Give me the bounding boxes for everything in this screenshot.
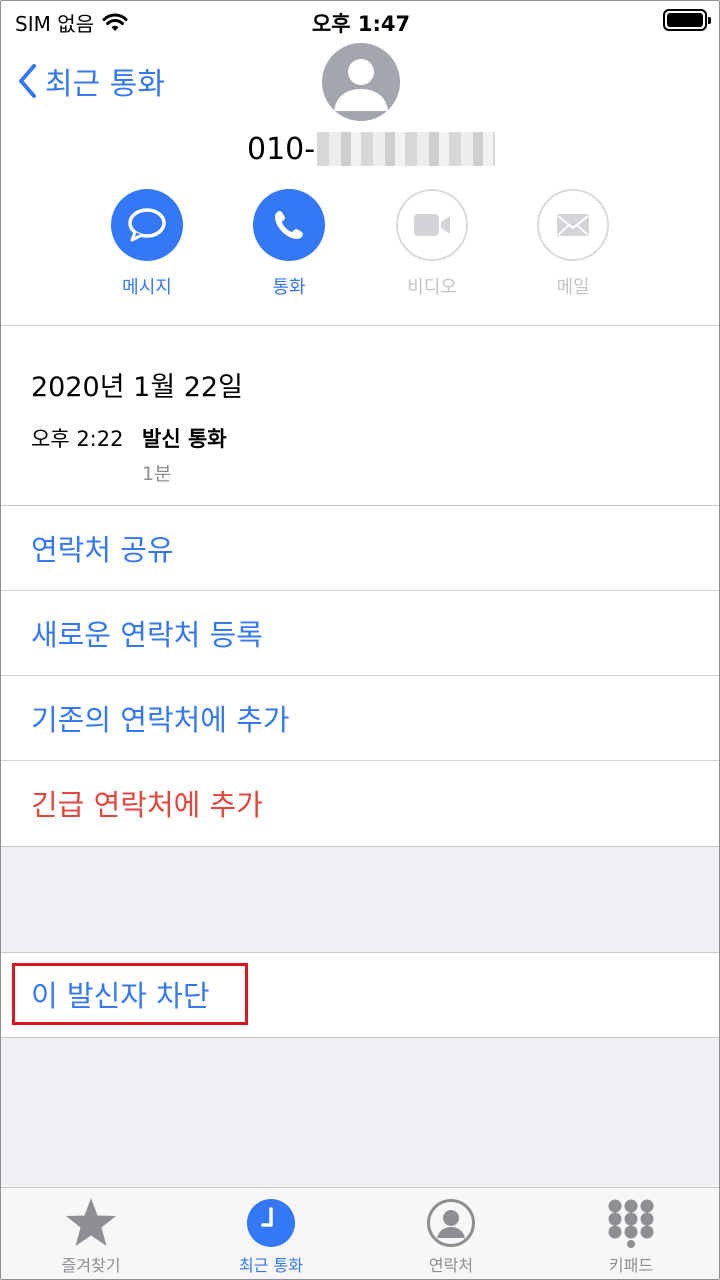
back-label: 최근 통화 bbox=[45, 67, 165, 102]
message-label: 메시지 bbox=[122, 277, 172, 298]
tab-favorites-label: 즐겨찾기 bbox=[61, 1256, 121, 1275]
call-time: 오후 2:22 bbox=[31, 427, 124, 451]
section-divider bbox=[1, 325, 719, 326]
call-date: 2020년 1월 22일 bbox=[31, 372, 243, 403]
message-button[interactable]: 메시지 bbox=[97, 189, 197, 299]
block-caller-row: 이 발신자 차단 bbox=[1, 953, 719, 1037]
video-camera-icon bbox=[414, 214, 450, 236]
tab-keypad[interactable]: 키패드 bbox=[566, 1196, 696, 1276]
tab-recents[interactable]: 최근 통화 bbox=[206, 1196, 336, 1276]
phone-number-text: 010- bbox=[247, 131, 316, 167]
person-circle-icon bbox=[427, 1199, 475, 1247]
video-button[interactable]: 비디오 bbox=[382, 189, 482, 299]
tab-recents-label: 최근 통화 bbox=[239, 1256, 303, 1275]
tab-contacts[interactable]: 연락처 bbox=[386, 1196, 516, 1276]
battery-icon bbox=[663, 9, 711, 31]
tab-contacts-label: 연락처 bbox=[428, 1256, 474, 1275]
call-label: 통화 bbox=[272, 277, 306, 298]
keypad-icon bbox=[608, 1199, 654, 1248]
clock-icon bbox=[247, 1199, 295, 1247]
back-button[interactable]: 최근 통화 bbox=[17, 59, 165, 103]
add-emergency-contact-item[interactable]: 긴급 연락처에 추가 bbox=[1, 760, 719, 845]
redacted-number-blur bbox=[317, 132, 496, 166]
status-time: 오후 1:47 bbox=[311, 12, 411, 36]
add-existing-contact-item[interactable]: 기존의 연락처에 추가 bbox=[1, 675, 719, 760]
phone-number: 010- bbox=[247, 127, 496, 171]
contact-avatar bbox=[322, 43, 400, 121]
mail-envelope-icon bbox=[557, 214, 589, 236]
contact-detail-screen: SIM 없음 오후 1:47 최근 통화 010- 메시지 통화 비디오 메일 … bbox=[0, 0, 720, 1280]
star-icon bbox=[66, 1198, 116, 1246]
group-spacer bbox=[1, 846, 719, 953]
tab-bar: 즐겨찾기 최근 통화 연락처 키패드 bbox=[1, 1187, 719, 1279]
tab-keypad-label: 키패드 bbox=[608, 1256, 654, 1275]
block-caller-button[interactable]: 이 발신자 차단 bbox=[12, 963, 248, 1025]
create-contact-item[interactable]: 새로운 연락처 등록 bbox=[1, 590, 719, 675]
call-button[interactable]: 통화 bbox=[239, 189, 339, 299]
mail-button[interactable]: 메일 bbox=[523, 189, 623, 299]
video-label: 비디오 bbox=[407, 277, 457, 298]
contact-actions-list: 연락처 공유 새로운 연락처 등록 기존의 연락처에 추가 긴급 연락처에 추가 bbox=[1, 505, 719, 845]
message-bubble-icon bbox=[128, 208, 166, 242]
share-contact-item[interactable]: 연락처 공유 bbox=[1, 505, 719, 590]
bottom-spacer bbox=[1, 1037, 719, 1187]
call-duration: 1분 bbox=[142, 463, 172, 485]
phone-icon bbox=[275, 211, 303, 239]
action-buttons: 메시지 통화 비디오 메일 bbox=[1, 189, 719, 309]
tab-favorites[interactable]: 즐겨찾기 bbox=[26, 1196, 156, 1276]
status-bar: SIM 없음 오후 1:47 bbox=[1, 1, 719, 41]
chevron-left-icon bbox=[19, 64, 36, 98]
call-type: 발신 통화 bbox=[142, 427, 227, 451]
person-silhouette-icon bbox=[334, 59, 388, 111]
mail-label: 메일 bbox=[556, 277, 590, 298]
